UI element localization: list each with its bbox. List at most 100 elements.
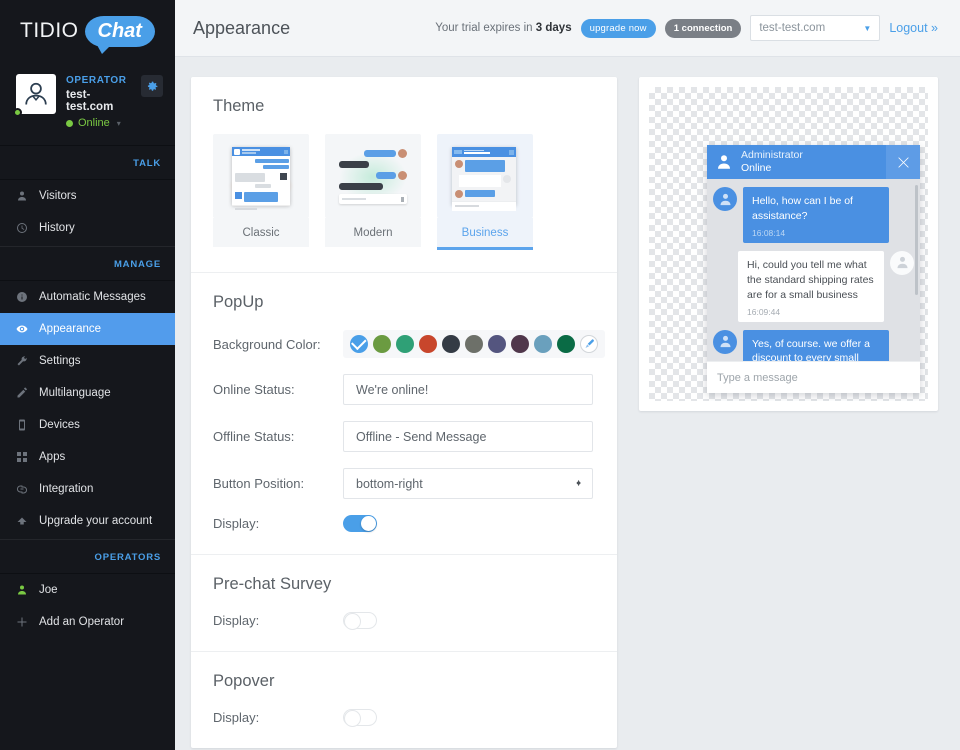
color-swatch[interactable] <box>465 335 483 353</box>
avatar <box>890 250 914 275</box>
popover-display-row: Display: <box>213 709 595 727</box>
theme-mockup <box>448 145 522 211</box>
link-icon <box>15 482 29 496</box>
sidebar-item-visitors[interactable]: Visitors <box>0 180 175 212</box>
background-color-label: Background Color: <box>213 336 321 352</box>
popup-section-title: PopUp <box>213 293 264 311</box>
chevron-down-icon: ▼ <box>863 23 872 33</box>
settings-gear-button[interactable] <box>141 75 163 97</box>
button-position-value: bottom-right <box>356 476 423 491</box>
color-swatch[interactable] <box>350 335 368 353</box>
operator-name: test-test.com <box>66 89 114 113</box>
prechat-section-title: Pre-chat Survey <box>213 575 332 593</box>
color-swatch[interactable] <box>488 335 506 353</box>
color-swatch[interactable] <box>419 335 437 353</box>
color-swatch[interactable] <box>557 335 575 353</box>
user-icon <box>720 335 730 348</box>
sidebar-item-add-an-operator[interactable]: Add an Operator <box>0 606 175 638</box>
color-swatch[interactable] <box>442 335 460 353</box>
custom-color-button[interactable] <box>580 335 598 353</box>
sidebar: TIDIO Chat OPERATOR test-test.com Online … <box>0 0 175 750</box>
preview-column: Administrator Online Hello, how can I be… <box>639 77 938 750</box>
sidebar-item-label: Visitors <box>39 190 77 202</box>
color-swatch[interactable] <box>511 335 529 353</box>
color-swatch[interactable] <box>373 335 391 353</box>
color-swatch[interactable] <box>534 335 552 353</box>
sidebar-item-label: Add an Operator <box>39 616 125 628</box>
plus-icon <box>15 615 29 629</box>
chat-input-placeholder: Type a message <box>717 371 798 384</box>
sidebar-item-joe[interactable]: Joe <box>0 574 175 606</box>
eye-icon <box>15 322 29 336</box>
sidebar-group-header-manage: MANAGE <box>0 247 175 281</box>
trial-notice: Your trial expires in 3 days <box>435 22 571 34</box>
message-timestamp: 16:08:14 <box>752 227 786 238</box>
sidebar-item-automatic-messages[interactable]: Automatic Messages <box>0 281 175 313</box>
sidebar-item-label: History <box>39 222 75 234</box>
close-button[interactable] <box>886 145 920 179</box>
chat-messages: Hello, how can I be of assistance? 16:08… <box>707 179 920 361</box>
sidebar-item-label: Upgrade your account <box>39 515 153 527</box>
online-status-input[interactable] <box>343 374 593 405</box>
sidebar-item-label: Devices <box>39 419 80 431</box>
sidebar-item-integration[interactable]: Integration <box>0 473 175 505</box>
sidebar-group-header-operators: OPERATORS <box>0 540 175 574</box>
offline-status-input[interactable] <box>343 421 593 452</box>
sidebar-item-label: Integration <box>39 483 94 495</box>
sidebar-item-settings[interactable]: Settings <box>0 345 175 377</box>
preview-card: Administrator Online Hello, how can I be… <box>639 77 938 411</box>
theme-option-modern[interactable]: Modern <box>325 134 421 250</box>
online-status-row: Online Status: <box>213 374 595 405</box>
theme-mockup <box>224 145 298 210</box>
sidebar-item-devices[interactable]: Devices <box>0 409 175 441</box>
chat-header: Administrator Online <box>707 145 920 179</box>
chat-message: Yes, of course. we offer a discount to e… <box>713 329 914 361</box>
connection-badge: 1 connection <box>664 18 742 38</box>
sidebar-item-multilanguage[interactable]: Multilanguage <box>0 377 175 409</box>
page-title: Appearance <box>193 17 291 38</box>
close-icon <box>897 156 909 168</box>
chat-header-titles: Administrator Online <box>741 149 803 175</box>
domain-select[interactable]: test-test.com ▼ <box>750 15 881 41</box>
status-dot-icon <box>66 119 73 127</box>
sidebar-item-appearance[interactable]: Appearance <box>0 313 175 345</box>
sidebar-item-label: Apps <box>39 451 66 463</box>
theme-label-classic: Classic <box>213 218 309 247</box>
message-text: Yes, of course. we offer a discount to e… <box>752 337 870 361</box>
theme-label-business: Business <box>437 218 533 247</box>
button-position-select[interactable]: bottom-right ▲ ▼ <box>343 468 593 499</box>
stepper-icon: ▲ ▼ <box>575 478 582 488</box>
theme-option-classic[interactable]: Classic <box>213 134 309 250</box>
message-bubble: Yes, of course. we offer a discount to e… <box>743 329 889 361</box>
color-swatch[interactable] <box>396 335 414 353</box>
prechat-display-toggle[interactable] <box>343 612 377 630</box>
mobile-icon <box>15 418 29 432</box>
chat-input-bar[interactable]: Type a message <box>707 361 920 393</box>
popup-display-toggle[interactable] <box>343 515 377 532</box>
avatar <box>713 329 737 354</box>
prechat-survey-section: Pre-chat Survey Display: <box>191 555 617 652</box>
upgrade-now-button[interactable]: upgrade now <box>580 18 656 38</box>
logout-link[interactable]: Logout » <box>889 21 938 35</box>
sidebar-item-history[interactable]: History <box>0 212 175 244</box>
sidebar-item-label: Appearance <box>39 323 102 335</box>
sidebar-item-apps[interactable]: Apps <box>0 441 175 473</box>
sidebar-group-talk: TALK Visitors History <box>0 146 175 247</box>
sidebar-item-label: Multilanguage <box>39 387 111 399</box>
operator-status[interactable]: Online ▾ <box>66 117 131 129</box>
popover-display-toggle[interactable] <box>343 709 377 727</box>
theme-section: Theme Classic Modern Business <box>191 77 617 273</box>
chat-header-name: Administrator <box>741 148 803 161</box>
chevron-down-icon: ▾ <box>116 118 121 128</box>
sidebar-group-operators: OPERATORS Joe Add an Operator <box>0 540 175 640</box>
prechat-display-row: Display: <box>213 612 595 630</box>
popover-section: Popover Display: <box>191 652 617 748</box>
transparency-checkerboard: Administrator Online Hello, how can I be… <box>649 87 928 401</box>
sidebar-item-upgrade-your-account[interactable]: Upgrade your account <box>0 505 175 537</box>
sidebar-item-label: Automatic Messages <box>39 291 146 303</box>
brand-logo[interactable]: TIDIO Chat <box>0 0 175 58</box>
gear-icon <box>147 81 157 91</box>
scrollbar[interactable] <box>915 185 918 295</box>
message-text: Hello, how can I be of assistance? <box>752 195 853 222</box>
theme-option-business[interactable]: Business <box>437 134 533 250</box>
